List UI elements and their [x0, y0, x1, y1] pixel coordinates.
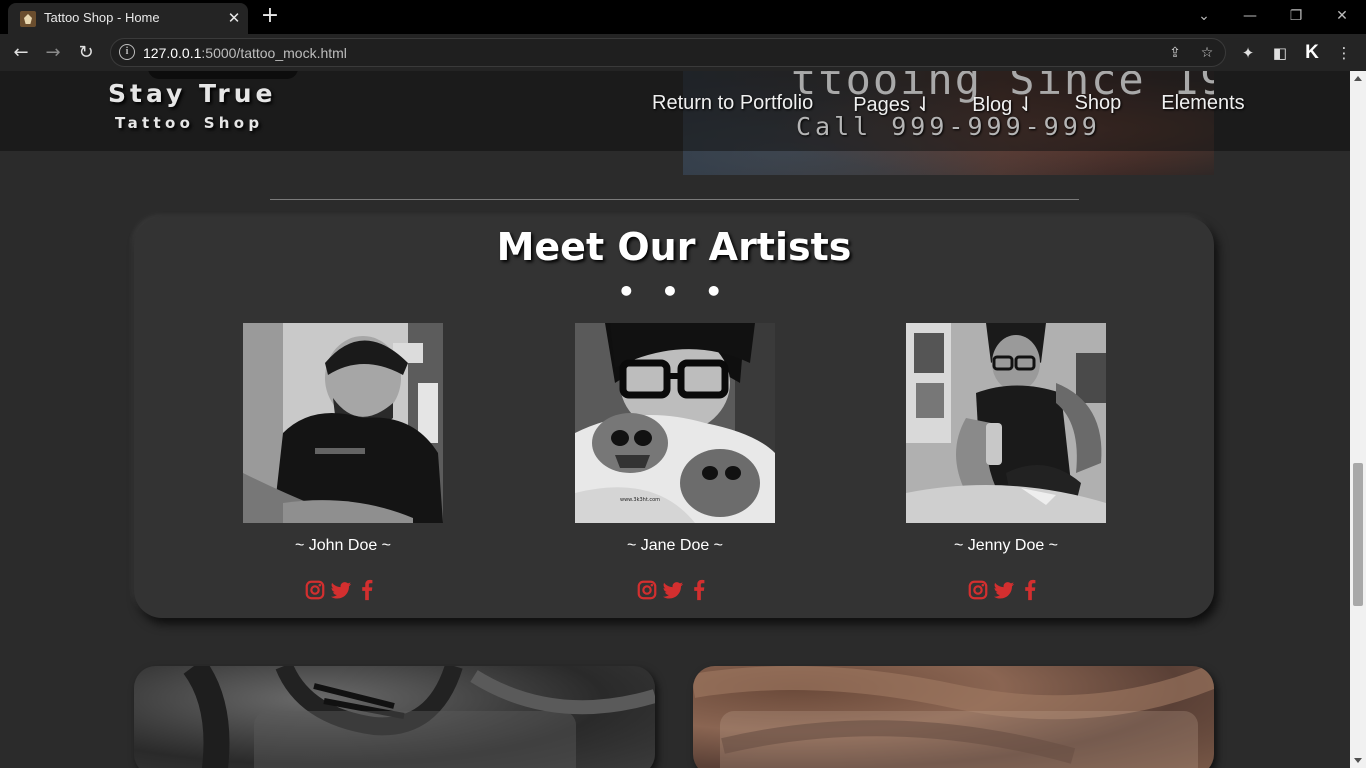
svg-text:www.3k3ht.com: www.3k3ht.com — [620, 497, 660, 503]
title-dots: • • • — [617, 275, 731, 308]
browser-titlebar: Tattoo Shop - Home ✕ + ⌄ — ❐ ✕ — [0, 0, 1366, 34]
nav-shop[interactable]: Shop — [1075, 92, 1122, 118]
artist-name: ~ Jane Doe ~ — [626, 537, 724, 554]
main-nav: Return to Portfolio Pages ⇃ Blog ⇃ Shop … — [652, 92, 1245, 118]
back-icon[interactable]: ← — [8, 40, 34, 66]
tab-search-icon[interactable]: ⌄ — [1190, 5, 1218, 27]
hero-banner-image: ttooing Since 19 Call 999-999-999 — [683, 71, 1214, 175]
twitter-icon[interactable] — [330, 579, 352, 601]
extensions-icon[interactable]: ✦ — [1235, 40, 1261, 66]
feature-card-right — [693, 666, 1214, 768]
twitter-icon[interactable] — [993, 579, 1015, 601]
close-tab-icon[interactable]: ✕ — [224, 8, 244, 28]
artists-section: Meet Our Artists • • • ~ John Doe ~ www.… — [134, 217, 1214, 618]
browser-tab[interactable]: Tattoo Shop - Home ✕ — [8, 3, 248, 34]
bookmark-star-icon[interactable]: ☆ — [1197, 43, 1217, 63]
scroll-down-arrow-icon[interactable] — [1354, 758, 1362, 763]
url-path: :5000/tattoo_mock.html — [201, 45, 347, 61]
social-links — [967, 579, 1047, 603]
side-panel-icon[interactable]: ◧ — [1267, 40, 1293, 66]
nav-elements[interactable]: Elements — [1161, 92, 1244, 118]
browser-toolbar: ← → ↻ i 127.0.0.1:5000/tattoo_mock.html … — [0, 34, 1366, 71]
artist-photo — [906, 323, 1106, 523]
tab-title: Tattoo Shop - Home — [44, 10, 160, 25]
artist-photo: www.3k3ht.com — [575, 323, 775, 523]
logo-subtitle[interactable]: Tattoo Shop — [115, 114, 263, 132]
k-extension-icon[interactable]: K — [1299, 40, 1325, 66]
page-viewport: ttooing Since 19 Call 999-999-999 Stay T… — [0, 71, 1350, 768]
feature-card-left — [134, 666, 655, 768]
card-panel — [254, 711, 576, 768]
close-window-button[interactable]: ✕ — [1328, 5, 1356, 27]
card-panel — [720, 711, 1198, 768]
reload-icon[interactable]: ↻ — [73, 40, 99, 66]
url-text[interactable]: 127.0.0.1:5000/tattoo_mock.html — [143, 45, 347, 61]
instagram-icon[interactable] — [304, 579, 326, 601]
page-scrollbar[interactable] — [1350, 71, 1366, 768]
scroll-thumb[interactable] — [1353, 463, 1363, 606]
social-links — [304, 579, 384, 603]
instagram-icon[interactable] — [636, 579, 658, 601]
menu-kebab-icon[interactable]: ⋮ — [1331, 40, 1357, 66]
minimize-button[interactable]: — — [1236, 5, 1264, 27]
url-host: 127.0.0.1 — [143, 45, 202, 61]
artist-name: ~ John Doe ~ — [294, 537, 392, 554]
logo-title[interactable]: Stay True — [108, 79, 276, 108]
twitter-icon[interactable] — [662, 579, 684, 601]
favicon-icon — [20, 11, 36, 27]
restore-button[interactable]: ❐ — [1282, 5, 1310, 27]
artist-photo — [243, 323, 443, 523]
site-header: ttooing Since 19 Call 999-999-999 Stay T… — [0, 71, 1350, 175]
facebook-icon[interactable] — [688, 579, 710, 601]
address-bar[interactable]: i 127.0.0.1:5000/tattoo_mock.html ⇪ ☆ — [110, 38, 1226, 67]
site-info-icon[interactable]: i — [119, 44, 135, 60]
social-links — [636, 579, 716, 603]
facebook-icon[interactable] — [1019, 579, 1041, 601]
new-tab-button[interactable]: + — [258, 5, 282, 29]
section-divider — [270, 199, 1079, 200]
artist-name: ~ Jenny Doe ~ — [953, 537, 1059, 554]
section-title: Meet Our Artists — [496, 225, 852, 269]
scroll-up-arrow-icon[interactable] — [1354, 76, 1362, 81]
nav-pages[interactable]: Pages ⇃ — [853, 92, 932, 118]
nav-blog[interactable]: Blog ⇃ — [972, 92, 1034, 118]
forward-icon[interactable]: → — [40, 40, 66, 66]
share-icon[interactable]: ⇪ — [1165, 43, 1185, 63]
instagram-icon[interactable] — [967, 579, 989, 601]
header-decoration — [148, 71, 298, 79]
facebook-icon[interactable] — [356, 579, 378, 601]
nav-return-to-portfolio[interactable]: Return to Portfolio — [652, 92, 813, 118]
